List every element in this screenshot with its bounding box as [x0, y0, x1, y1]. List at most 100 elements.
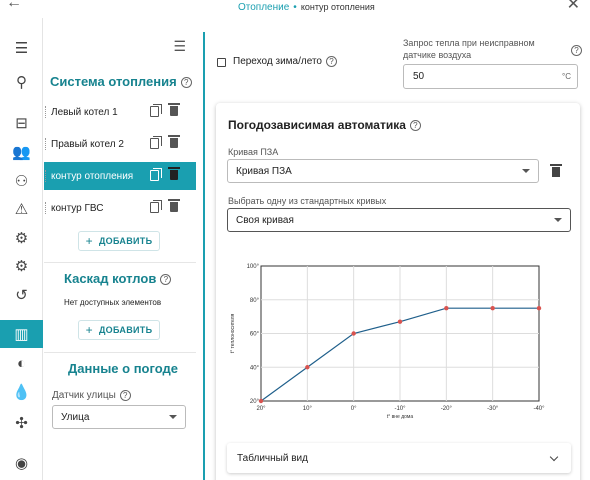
cascade-title: Каскад котлов?: [64, 271, 172, 286]
chevron-down-icon: [549, 452, 559, 462]
standard-curve-value: Своя кривая: [236, 214, 294, 226]
trash-icon[interactable]: [168, 167, 180, 180]
history-icon[interactable]: ↺: [0, 281, 43, 309]
heating-system-title: Система отопления?: [50, 74, 192, 89]
card-title: Погодозависимая автоматика?: [228, 118, 421, 132]
data-point: [351, 331, 356, 336]
y-tick-label: 100°: [247, 264, 260, 270]
menu-icon[interactable]: ☰: [173, 38, 186, 55]
heating-system-title-text: Система отопления: [50, 74, 177, 89]
x-tick-label: -30°: [487, 406, 499, 412]
x-tick-label: 0°: [351, 406, 357, 412]
y-tick-label: 60°: [250, 332, 260, 338]
help-icon[interactable]: ?: [571, 45, 582, 56]
heating-system-panel: ☰ Система отопления? Левый котел 1 Правы…: [44, 18, 196, 480]
copy-icon[interactable]: [150, 200, 162, 213]
help-icon[interactable]: ?: [180, 77, 192, 89]
standard-curve-label: Выбрать одну из стандартных кривых: [228, 196, 387, 206]
x-tick-label: -40°: [533, 406, 545, 412]
list-item[interactable]: Левый котел 1: [44, 98, 196, 126]
data-point: [490, 305, 495, 311]
y-tick-label: 20°: [250, 399, 260, 405]
dashboard-icon[interactable]: ◐: [0, 349, 43, 377]
drag-handle-icon[interactable]: [45, 138, 47, 150]
list-item[interactable]: контур ГВС: [44, 194, 196, 222]
drag-handle-icon[interactable]: [45, 170, 47, 182]
alert-message-icon[interactable]: ⚠: [0, 195, 43, 223]
trash-icon[interactable]: [168, 103, 180, 116]
drag-handle-icon[interactable]: [45, 202, 47, 214]
help-icon[interactable]: ?: [160, 274, 172, 286]
divider: [44, 262, 196, 263]
data-point: [258, 398, 264, 404]
weather-automation-card: Погодозависимая автоматика? Кривая ПЗА К…: [216, 103, 580, 480]
x-tick-label: 10°: [303, 406, 313, 412]
heating-radiator-icon[interactable]: ▥: [0, 320, 43, 348]
users-group-icon[interactable]: 👥: [0, 138, 43, 166]
top-bar: ← Отопление • контур отопления ✕: [0, 0, 590, 18]
heat-request-unit: °C: [562, 72, 571, 81]
season-switch-checkbox[interactable]: [217, 58, 226, 67]
network-icon[interactable]: ✣: [0, 409, 43, 437]
breadcrumb: Отопление • контур отопления: [238, 2, 375, 13]
settings-icon[interactable]: ⚙: [0, 224, 43, 252]
copy-icon[interactable]: [150, 104, 162, 117]
broadcast-icon[interactable]: ◉: [0, 449, 43, 477]
table-view-accordion[interactable]: Табличный вид: [227, 443, 571, 473]
trash-icon[interactable]: [168, 135, 180, 148]
menu-icon[interactable]: ☰: [0, 34, 43, 62]
weather-title: Данные о погоде: [68, 361, 178, 376]
copy-icon[interactable]: [150, 168, 162, 181]
x-tick-label: -10°: [394, 406, 406, 412]
street-sensor-label: Датчик улицы?: [52, 390, 131, 401]
help-icon[interactable]: ?: [119, 390, 131, 401]
add-heating-button-label: ДОБАВИТЬ: [98, 236, 153, 246]
list-item-label: контур ГВС: [51, 202, 104, 214]
breadcrumb-current: контур отопления: [300, 2, 375, 12]
chevron-down-icon: [554, 218, 562, 222]
heat-request-value: 50: [413, 71, 425, 82]
plus-icon: +: [85, 323, 93, 337]
help-icon[interactable]: ?: [325, 56, 337, 67]
trash-icon[interactable]: [168, 199, 180, 212]
list-item-selected[interactable]: контур отопления: [44, 162, 196, 190]
add-heating-button[interactable]: + ДОБАВИТЬ: [78, 231, 160, 251]
cascade-empty-text: Нет доступных элементов: [64, 298, 162, 307]
device-settings-icon[interactable]: ⚙: [0, 252, 43, 280]
y-tick-label: 40°: [250, 365, 260, 371]
heating-curve-chart: 20° 10° 0° -10° -20° -30° -40° 20° 40° 60° 80° 100°…: [230, 264, 545, 420]
heat-request-input[interactable]: 50 °C: [403, 64, 578, 89]
data-point: [536, 305, 542, 311]
water-drop-icon[interactable]: 💧: [0, 378, 43, 406]
season-switch-label: Переход зима/лето?: [233, 56, 337, 67]
curve-label: Кривая ПЗА: [228, 147, 279, 157]
street-sensor-select[interactable]: Улица: [52, 405, 186, 429]
breadcrumb-parent[interactable]: Отопление: [238, 2, 289, 13]
street-sensor-value: Улица: [61, 411, 90, 423]
help-icon[interactable]: ?: [409, 120, 421, 132]
user-management-icon[interactable]: ⚇: [0, 167, 43, 195]
street-sensor-label-text: Датчик улицы: [52, 390, 116, 402]
table-view-label: Табличный вид: [237, 452, 308, 464]
chevron-down-icon: [169, 415, 177, 419]
x-tick-label: -20°: [441, 406, 453, 412]
controller-icon[interactable]: ⊟: [0, 109, 43, 137]
delete-curve-icon[interactable]: [550, 164, 562, 177]
curve-select[interactable]: Кривая ПЗА: [227, 159, 539, 183]
search-icon[interactable]: ⚲: [0, 68, 43, 96]
drag-handle-icon[interactable]: [45, 106, 47, 118]
data-point: [397, 319, 403, 324]
list-item[interactable]: Правый котел 2: [44, 130, 196, 158]
data-point: [444, 305, 449, 311]
icon-rail: ☰ ⚲ ⊟ 👥 ⚇ ⚠ ⚙ ⚙ ↺ ▥ ◐ 💧 ✣ ◉: [0, 18, 43, 480]
close-icon[interactable]: ✕: [567, 0, 580, 14]
card-title-text: Погодозависимая автоматика: [228, 118, 406, 132]
heat-request-label: Запрос тепла при неисправном датчике воз…: [403, 38, 535, 60]
copy-icon[interactable]: [150, 136, 162, 149]
x-tick-label: 20°: [256, 406, 266, 412]
add-cascade-button[interactable]: + ДОБАВИТЬ: [78, 320, 160, 340]
list-item-label: контур отопления: [51, 170, 134, 182]
divider: [44, 352, 196, 353]
standard-curve-select[interactable]: Своя кривая: [227, 208, 571, 232]
back-arrow-icon[interactable]: ←: [6, 0, 22, 12]
